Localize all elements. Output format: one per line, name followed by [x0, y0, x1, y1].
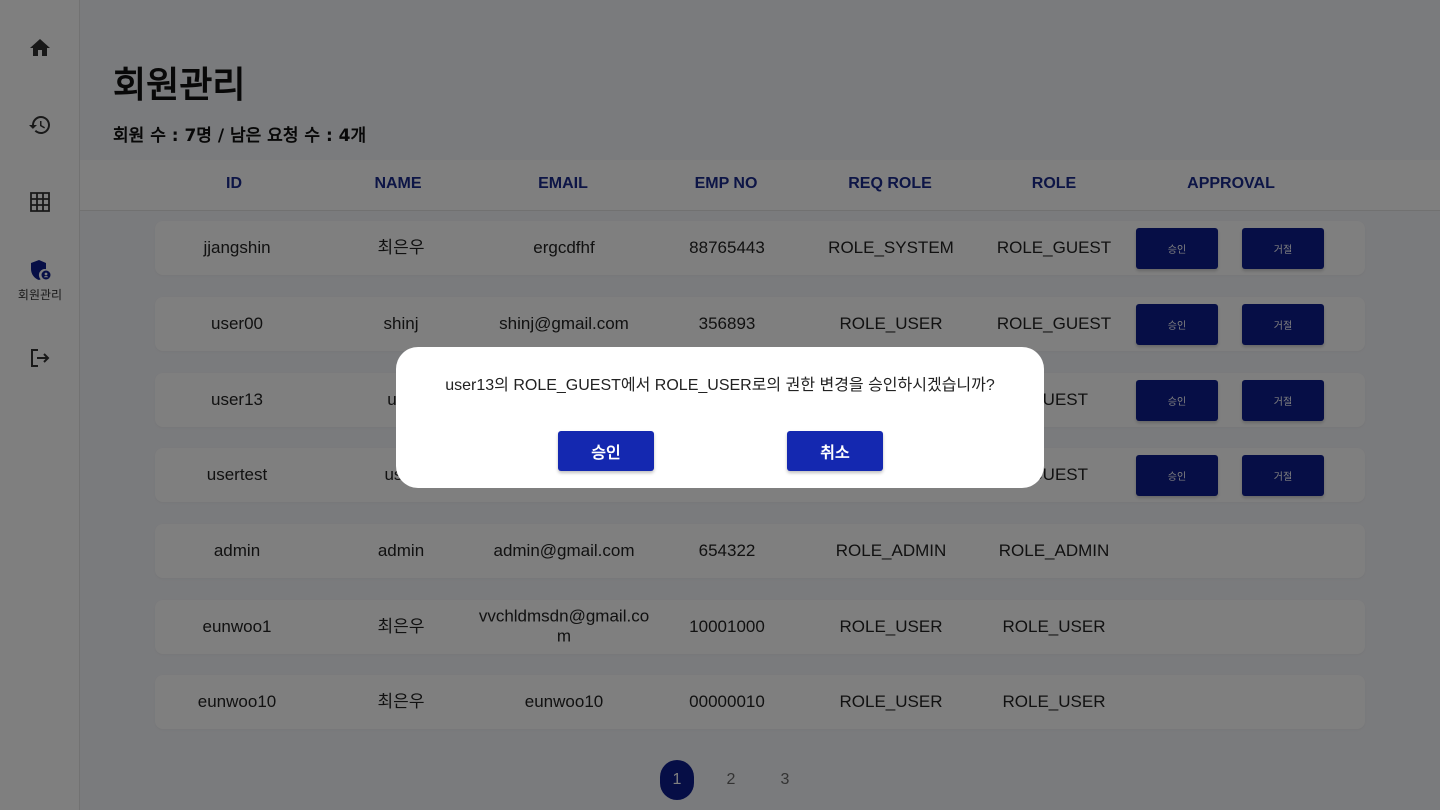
confirm-approve-button[interactable]: 승인	[558, 431, 654, 471]
cancel-button[interactable]: 취소	[787, 431, 883, 471]
dialog-message: user13의 ROLE_GUEST에서 ROLE_USER로의 권한 변경을 …	[445, 377, 995, 394]
confirm-dialog: user13의 ROLE_GUEST에서 ROLE_USER로의 권한 변경을 …	[396, 347, 1044, 488]
